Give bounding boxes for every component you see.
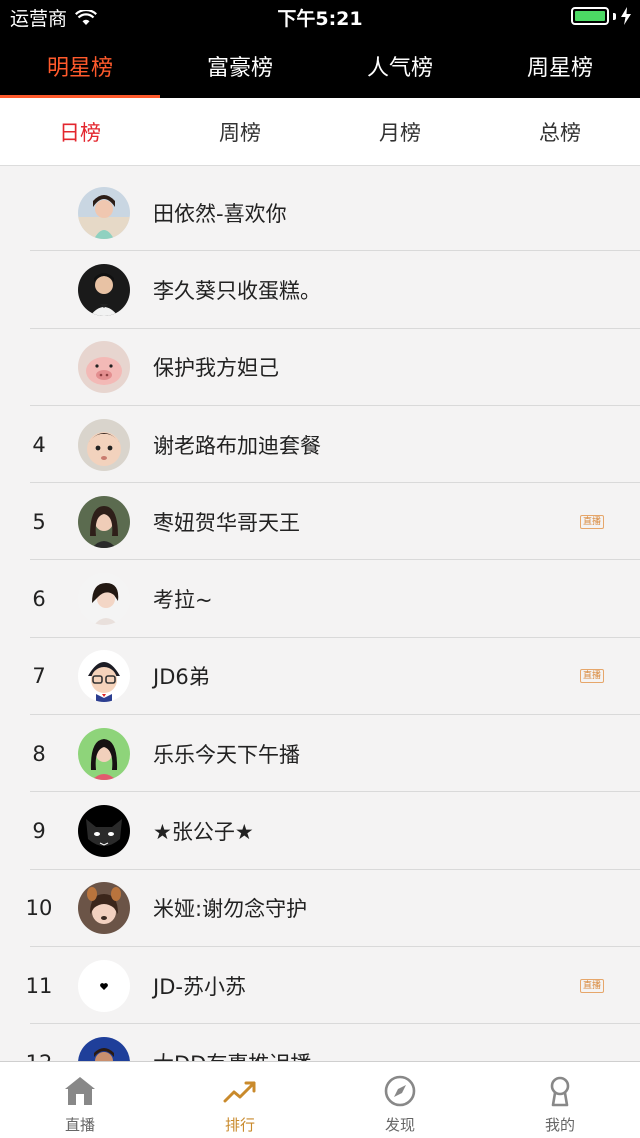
avatar[interactable] (78, 263, 130, 316)
main-tabs: 明星榜 富豪榜 人气榜 周星榜 (0, 34, 640, 98)
user-name: 乐乐今天下午播 (153, 742, 300, 767)
tab-weekly[interactable]: 周榜 (160, 98, 320, 165)
nav-label: 直播 (64, 1116, 95, 1134)
tab-daily[interactable]: 日榜 (0, 98, 160, 165)
avatar[interactable] (78, 341, 130, 394)
tab-label: 富豪榜 (206, 56, 273, 81)
compass-icon (384, 1075, 416, 1107)
avatar[interactable] (78, 805, 130, 858)
avatar[interactable] (78, 495, 130, 548)
user-name: 田依然-喜欢你 (153, 201, 287, 226)
avatar[interactable] (78, 1036, 130, 1061)
live-badge: 直播 (579, 978, 604, 993)
user-name: 谢老路布加迪套餐 (153, 433, 321, 458)
user-name: 米娅:谢勿念守护 (153, 897, 308, 922)
charging-icon (621, 7, 631, 25)
rank-row[interactable]: 7 JD6弟 直播 (0, 638, 640, 716)
tab-label: 周星榜 (526, 56, 593, 81)
battery-tip (613, 12, 616, 20)
rank-row[interactable]: 5 枣妞贺华哥天王 直播 (0, 483, 640, 561)
avatar[interactable] (78, 650, 130, 703)
rank-number: 7 (32, 664, 46, 689)
avatar[interactable] (78, 186, 130, 239)
tab-popularity-rank[interactable]: 人气榜 (320, 34, 480, 98)
period-tabs: 日榜 周榜 月榜 总榜 (0, 98, 640, 166)
nav-ranking[interactable]: 排行 (160, 1062, 320, 1138)
tab-label: 人气榜 (366, 56, 433, 81)
tab-label: 周榜 (219, 120, 261, 145)
rank-row[interactable]: 12 大DD有事推迟播 (0, 1024, 640, 1061)
rank-row[interactable]: 6 考拉~ (0, 560, 640, 639)
rank-row[interactable]: 保护我方妲己 (0, 329, 640, 407)
bottom-nav: 直播 排行 发现 我的 (0, 1061, 640, 1138)
rank-row[interactable]: 10 米娅:谢勿念守护 (0, 870, 640, 948)
battery-fill (575, 11, 605, 21)
rank-row[interactable]: 田依然-喜欢你 (0, 174, 640, 252)
live-badge: 直播 (579, 514, 604, 529)
profile-icon (550, 1076, 570, 1107)
nav-label: 发现 (384, 1116, 415, 1134)
user-name: 枣妞贺华哥天王 (153, 510, 300, 535)
user-name: JD6弟 (153, 665, 210, 690)
ranking-list[interactable]: 田依然-喜欢你 李久葵只收蛋糕。 保护我方妲己 4 谢老路布加迪套餐 5 枣妞贺华哥天王 直播… (0, 174, 640, 1061)
user-name: 大DD有事推迟播 (153, 1048, 640, 1061)
rank-number: 6 (32, 587, 46, 612)
avatar[interactable] (78, 882, 130, 935)
battery-icon (571, 7, 609, 25)
user-name: 保护我方妲己 (153, 356, 279, 381)
nav-label: 排行 (224, 1116, 255, 1134)
trend-icon (223, 1081, 256, 1103)
top-bar: 运营商 下午5:21 明星榜 富豪榜 人气榜 周星榜 (0, 0, 640, 98)
rank-row[interactable]: 11 JD-苏小苏 直播 (0, 947, 640, 1025)
tab-label: 总榜 (539, 120, 581, 145)
rank-number: 8 (32, 741, 46, 766)
rank-row[interactable]: 8 乐乐今天下午播 (0, 715, 640, 793)
rank-number: 11 (25, 973, 53, 998)
app-root: 运营商 下午5:21 明星榜 富豪榜 人气榜 周星榜 日榜 周榜 月榜 总榜 田… (0, 0, 640, 1138)
tab-total[interactable]: 总榜 (480, 98, 640, 165)
rank-number: 10 (25, 896, 53, 921)
nav-discover[interactable]: 发现 (320, 1062, 480, 1138)
status-bar: 运营商 下午5:21 (0, 0, 640, 34)
user-name: ★张公子★ (153, 820, 254, 845)
status-right (571, 7, 632, 25)
avatar[interactable] (78, 418, 130, 471)
rank-row[interactable]: 4 谢老路布加迪套餐 (0, 406, 640, 484)
rank-number: 5 (32, 509, 46, 534)
avatar[interactable] (78, 959, 130, 1012)
nav-live[interactable]: 直播 (0, 1062, 160, 1138)
tab-label: 明星榜 (46, 56, 113, 81)
tab-rich-rank[interactable]: 富豪榜 (160, 34, 320, 98)
rank-row[interactable]: 李久葵只收蛋糕。 (0, 251, 640, 329)
home-icon (65, 1077, 95, 1105)
tab-star-rank[interactable]: 明星榜 (0, 34, 160, 98)
user-name: 考拉~ (153, 588, 213, 613)
tab-label: 月榜 (379, 120, 421, 145)
nav-mine[interactable]: 我的 (480, 1062, 640, 1138)
tab-monthly[interactable]: 月榜 (320, 98, 480, 165)
user-name: 李久葵只收蛋糕。 (153, 278, 321, 303)
avatar[interactable] (78, 573, 130, 626)
live-badge: 直播 (579, 669, 604, 684)
rank-number: 4 (32, 432, 46, 457)
rank-number: 9 (32, 819, 46, 844)
rank-row[interactable]: 9 ★张公子★ (0, 792, 640, 870)
nav-label: 我的 (544, 1116, 575, 1134)
rank-number: 12 (0, 1051, 78, 1061)
status-time: 下午5:21 (277, 8, 363, 30)
tab-weekly-star-rank[interactable]: 周星榜 (480, 34, 640, 98)
user-name: JD-苏小苏 (153, 974, 246, 999)
avatar[interactable] (78, 727, 130, 780)
tab-label: 日榜 (59, 120, 101, 145)
